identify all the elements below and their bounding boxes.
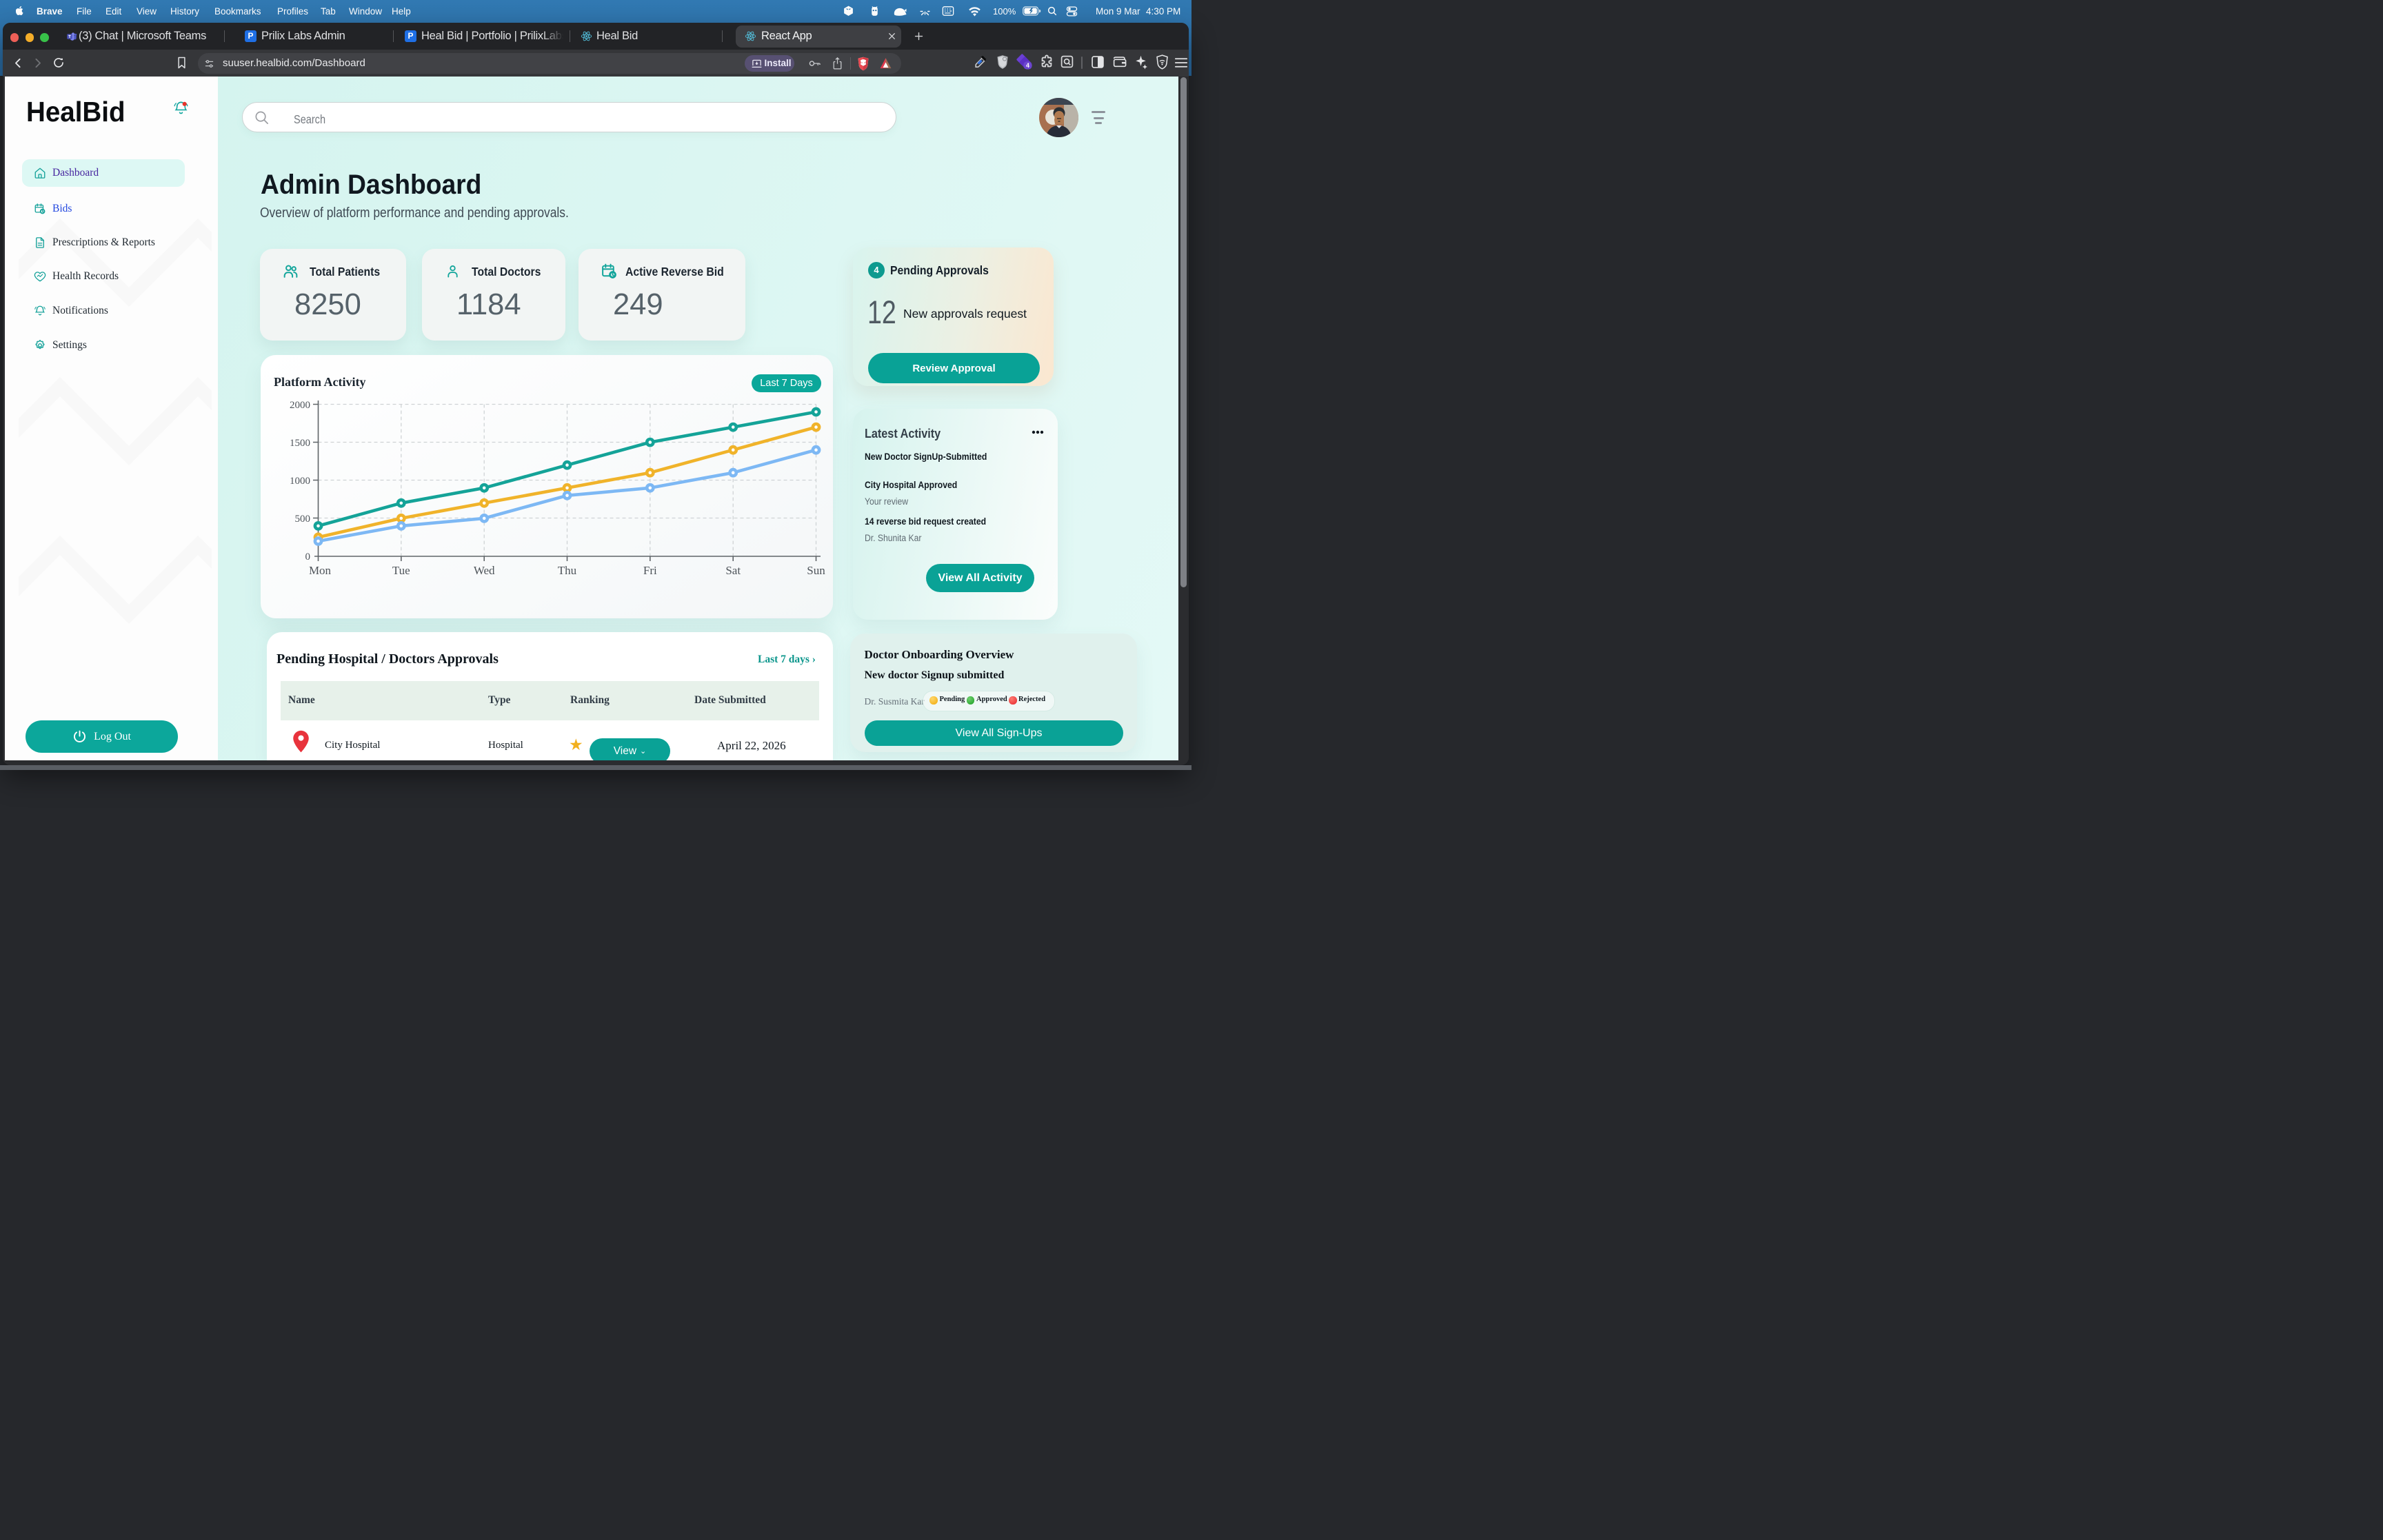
svg-text:0: 0 xyxy=(305,551,310,563)
svg-text:Thu: Thu xyxy=(557,564,576,577)
svg-text:Fri: Fri xyxy=(643,564,656,577)
svg-text:Tue: Tue xyxy=(392,564,410,577)
svg-text:Mon: Mon xyxy=(308,564,331,577)
svg-text:Sat: Sat xyxy=(725,564,741,577)
svg-text:1000: 1000 xyxy=(290,476,310,487)
svg-text:Wed: Wed xyxy=(473,564,494,577)
svg-text:Sun: Sun xyxy=(807,564,825,577)
svg-text:2000: 2000 xyxy=(290,400,310,411)
svg-text:1500: 1500 xyxy=(290,438,310,449)
svg-text:4: 4 xyxy=(1026,62,1029,69)
svg-text:500: 500 xyxy=(294,514,310,525)
